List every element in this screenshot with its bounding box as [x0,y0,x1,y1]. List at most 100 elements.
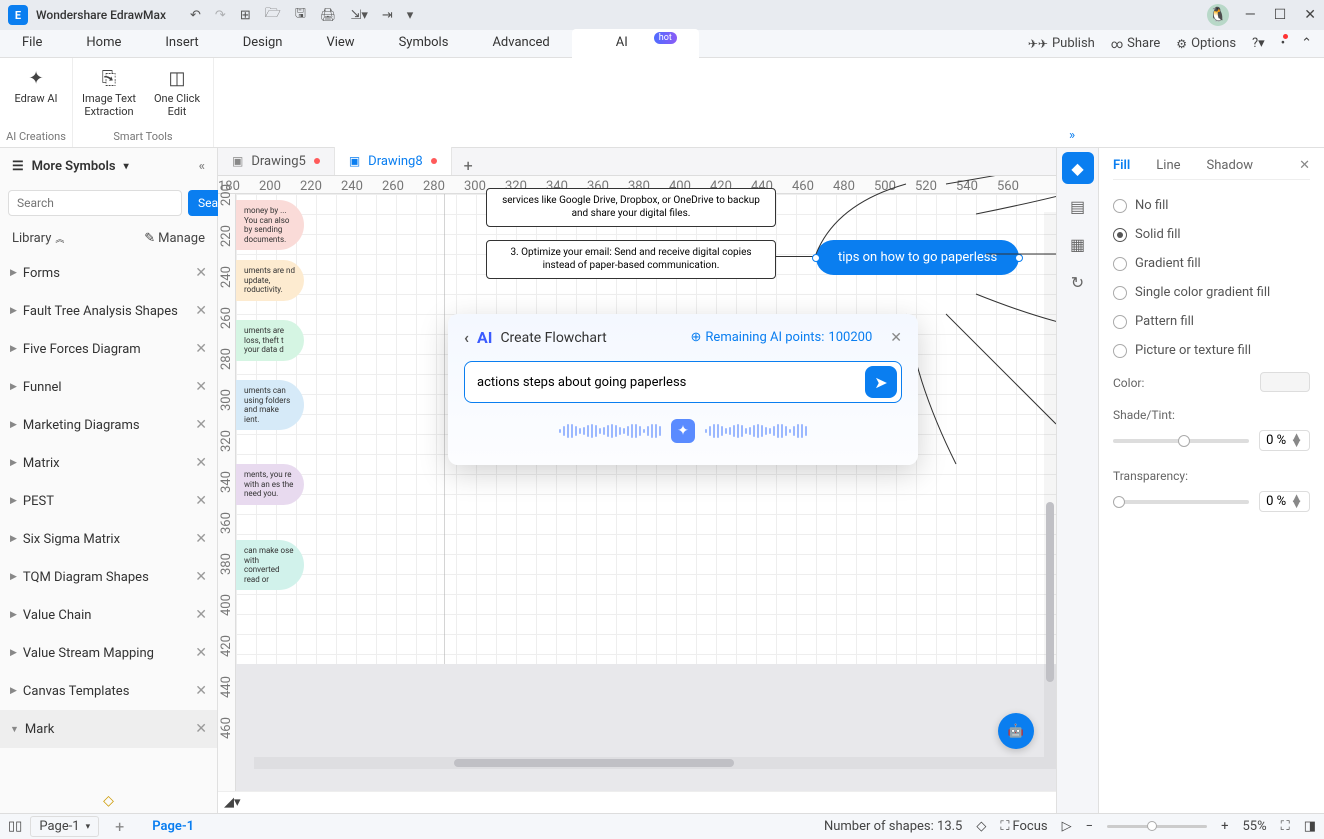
layers-icon[interactable]: ◇ [976,819,986,834]
category-funnel[interactable]: ▶Funnel✕ [0,368,217,406]
close-button[interactable]: ✕ [1304,7,1316,23]
image-text-extraction-button[interactable]: ⎘ Image Text Extraction [77,64,141,124]
zoom-in-button[interactable]: + [1221,819,1228,834]
remove-category-button[interactable]: ✕ [195,417,207,433]
import-button[interactable]: ⇥ [382,8,393,23]
one-click-edit-button[interactable]: ◫ One Click Edit [145,64,209,124]
menu-home[interactable]: Home [64,29,143,58]
tab-drawing8[interactable]: ▣ Drawing8 [335,147,452,175]
category-fault-tree-analysis-shapes[interactable]: ▶Fault Tree Analysis Shapes✕ [0,292,217,330]
qat-more[interactable]: ▾ [407,8,414,23]
close-panel-button[interactable]: ✕ [1299,158,1310,173]
remove-category-button[interactable]: ✕ [195,341,207,357]
fill-radio-gradient-fill[interactable]: Gradient fill [1113,256,1310,271]
maximize-button[interactable]: ☐ [1274,7,1287,23]
canvas[interactable]: money by ... You can also by sending doc… [236,194,1056,791]
menu-view[interactable]: View [304,29,376,58]
remove-category-button[interactable]: ✕ [195,607,207,623]
category-canvas-templates[interactable]: ▶Canvas Templates✕ [0,672,217,710]
flowchart-box[interactable]: services like Google Drive, Dropbox, or … [486,188,776,227]
menu-advanced[interactable]: Advanced [470,29,571,58]
shape-handle[interactable] [1015,254,1023,262]
play-button[interactable]: ▷ [1062,819,1072,834]
fit-page-button[interactable]: ⛶ [1281,819,1290,834]
menu-design[interactable]: Design [221,29,305,58]
collapse-ribbon-button[interactable]: ⌃ [1301,36,1312,51]
zoom-level[interactable]: 55% [1242,819,1266,834]
main-topic-shape[interactable]: tips on how to go paperless [816,240,1019,275]
shape-handle[interactable] [812,254,820,262]
mindmap-node[interactable]: ments, you re with an es the need you. [236,464,304,505]
symbol-search-input[interactable] [8,190,182,216]
remove-category-button[interactable]: ✕ [195,379,207,395]
zoom-out-button[interactable]: − [1086,819,1093,834]
category-matrix[interactable]: ▶Matrix✕ [0,444,217,482]
remove-category-button[interactable]: ✕ [195,721,207,737]
ai-prompt-input[interactable] [465,365,861,400]
category-forms[interactable]: ▶Forms✕ [0,254,217,292]
fill-tool-icon[interactable]: ◢▾ [224,795,241,810]
tab-shadow[interactable]: Shadow [1207,158,1253,173]
shade-spinner[interactable]: 0 %▲▼ [1259,430,1310,451]
manage-library-button[interactable]: ✎Manage [144,231,205,246]
menu-ai[interactable]: AIhot [572,29,699,58]
transparency-slider[interactable] [1113,500,1249,504]
user-avatar[interactable]: 🐧 [1207,4,1229,26]
history-button[interactable]: ↻ [1062,266,1094,298]
transparency-spinner[interactable]: 0 %▲▼ [1259,491,1310,512]
print-button[interactable]: 🖨 [320,8,337,23]
redo-button[interactable]: ↷ [215,8,226,23]
tab-drawing5[interactable]: ▣ Drawing5 [218,147,335,175]
collapse-panel-button[interactable]: « [199,159,205,174]
mindmap-node[interactable]: uments are loss, theft t your data d [236,320,304,361]
page-tab[interactable]: Page-1 [152,819,194,834]
remove-category-button[interactable]: ✕ [195,303,207,319]
mindmap-node[interactable]: money by ... You can also by sending doc… [236,200,304,250]
library-label[interactable]: Library [12,231,51,246]
tab-fill[interactable]: Fill [1113,158,1130,173]
remove-category-button[interactable]: ✕ [195,645,207,661]
remove-category-button[interactable]: ✕ [195,493,207,509]
dialog-close-button[interactable]: ✕ [890,330,902,346]
remove-category-button[interactable]: ✕ [195,683,207,699]
export-button[interactable]: ⇲▾ [350,8,367,23]
menu-insert[interactable]: Insert [143,29,220,58]
focus-button[interactable]: ⛶Focus [1000,819,1047,834]
fill-radio-solid-fill[interactable]: Solid fill [1113,227,1310,242]
category-pest[interactable]: ▶PEST✕ [0,482,217,520]
share-button[interactable]: ∞Share [1111,36,1160,51]
category-mark[interactable]: ▼Mark✕ [0,710,217,748]
menu-file[interactable]: File [0,29,64,58]
ai-assistant-fab[interactable]: 🤖 [998,713,1034,749]
fill-radio-single-color-gradient-fill[interactable]: Single color gradient fill [1113,285,1310,300]
page-selector[interactable]: Page-1▾ [30,816,99,837]
help-button[interactable]: ?▾ [1252,36,1265,51]
mindmap-node[interactable]: can make ose with converted read or [236,540,304,590]
edraw-ai-button[interactable]: ✦ Edraw AI [4,64,68,124]
category-tqm-diagram-shapes[interactable]: ▶TQM Diagram Shapes✕ [0,558,217,596]
presentation-button[interactable]: ▦ [1062,228,1094,260]
new-button[interactable]: ⊞ [240,8,251,23]
fill-radio-no-fill[interactable]: No fill [1113,198,1310,213]
category-five-forces-diagram[interactable]: ▶Five Forces Diagram✕ [0,330,217,368]
options-button[interactable]: ⚙Options [1176,36,1236,51]
fill-radio-picture-or-texture-fill[interactable]: Picture or texture fill [1113,343,1310,358]
mindmap-node[interactable]: uments are nd update, roductivity. [236,260,304,301]
save-button[interactable]: 🖫 [295,4,306,26]
menu-symbols[interactable]: Symbols [377,29,471,58]
zoom-slider[interactable] [1107,825,1207,828]
category-value-stream-mapping[interactable]: ▶Value Stream Mapping✕ [0,634,217,672]
notification-icon[interactable]: • [1281,36,1285,51]
shape-format-button[interactable]: ◆ [1062,152,1094,184]
shade-slider[interactable] [1113,439,1249,443]
remove-category-button[interactable]: ✕ [195,569,207,585]
add-page-button[interactable]: + [115,817,124,836]
tab-line[interactable]: Line [1156,158,1180,173]
expand-panel-button[interactable]: » [1069,128,1075,143]
vertical-scrollbar[interactable] [1044,212,1056,757]
color-swatch[interactable] [1260,372,1310,392]
page-layout-icon[interactable]: ▯▯ [8,819,22,834]
remove-category-button[interactable]: ✕ [195,531,207,547]
dialog-back-button[interactable]: ‹ [464,328,469,347]
flowchart-box[interactable]: 3. Optimize your email: Send and receive… [486,240,776,279]
